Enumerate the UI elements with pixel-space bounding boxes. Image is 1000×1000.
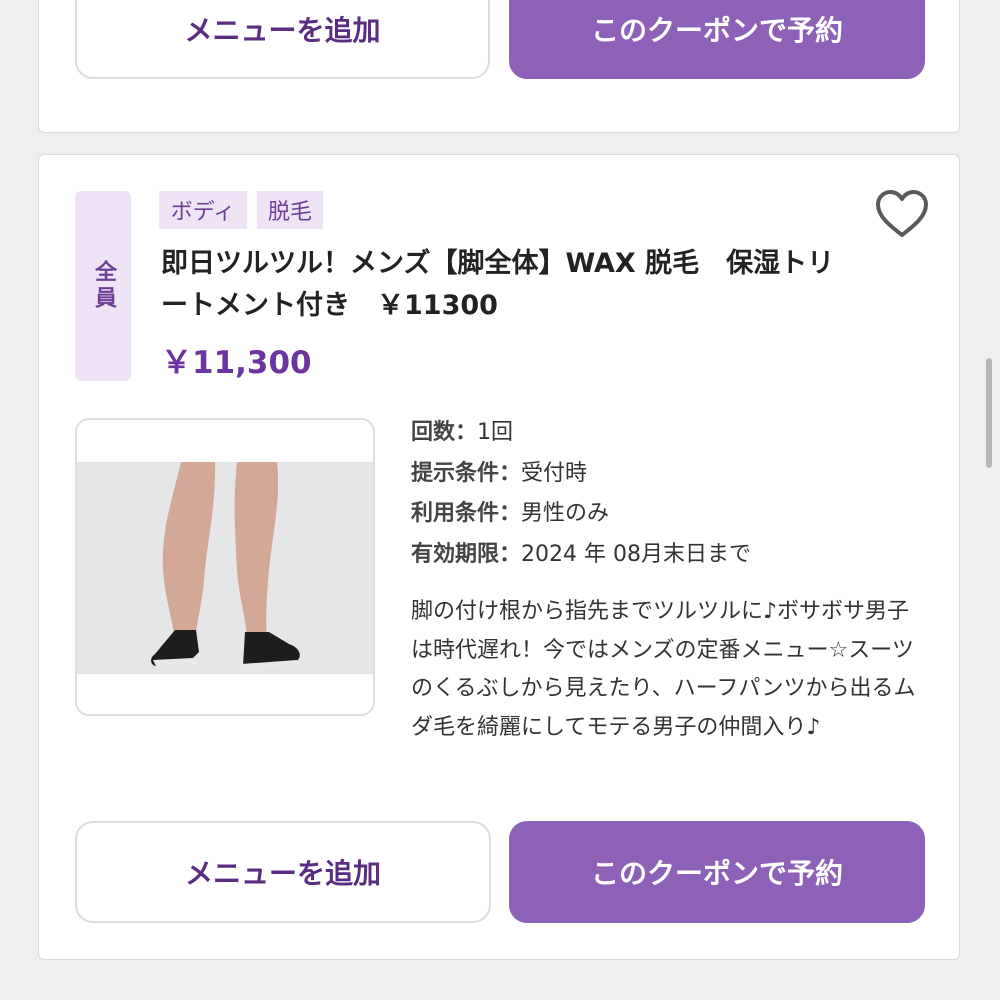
coupon-price: ￥11,300 — [161, 345, 312, 381]
book-coupon-label: このクーポンで予約 — [590, 857, 843, 890]
detail-value: 受付時 — [521, 460, 588, 486]
coupon-list-viewport: メニューを追加 このクーポンで予約 全員 ボディ 脱毛 即日ツルツル！メンズ【脚… — [0, 0, 1000, 1000]
detail-value: 男性のみ — [521, 501, 610, 526]
target-badge: 全員 — [75, 191, 131, 381]
coupon-title: 即日ツルツル！メンズ【脚全体】WAX 脱毛 保湿トリートメント付き ￥11300 — [161, 248, 835, 321]
tag-hair-removal: 脱毛 — [257, 191, 323, 229]
detail-row-expiry: 有効期限：2024 年 08月末日まで — [411, 535, 931, 576]
coupon-card-previous: メニューを追加 このクーポンで予約 — [38, 0, 960, 133]
book-coupon-button[interactable]: このクーポンで予約 — [509, 821, 925, 923]
detail-row-count: 回数：1回 — [411, 413, 931, 454]
coupon-details: 回数：1回 提示条件：受付時 利用条件：男性のみ 有効期限：2024 年 08月… — [411, 413, 931, 575]
detail-separator: ： — [499, 460, 522, 486]
add-menu-label: メニューを追加 — [184, 14, 381, 47]
detail-value: 2024 年 08月末日まで — [521, 541, 752, 567]
detail-key: 利用条件 — [411, 501, 500, 526]
detail-key: 回数 — [411, 420, 456, 445]
coupon-description: 脚の付け根から指先までツルツルに♪ボサボサ男子は時代遅れ！今ではメンズの定番メニ… — [411, 599, 916, 740]
book-coupon-label: このクーポンで予約 — [590, 14, 843, 47]
detail-key: 提示条件 — [411, 460, 500, 486]
heart-outline-icon[interactable] — [875, 189, 929, 239]
add-menu-button[interactable]: メニューを追加 — [75, 821, 491, 923]
detail-row-conditions: 利用条件：男性のみ — [411, 494, 931, 535]
add-menu-button[interactable]: メニューを追加 — [75, 0, 490, 79]
scrollbar[interactable] — [986, 358, 992, 468]
tag-body: ボディ — [159, 191, 247, 229]
book-coupon-button[interactable]: このクーポンで予約 — [509, 0, 925, 79]
legs-photo — [77, 420, 373, 714]
detail-separator: ： — [499, 541, 522, 567]
detail-separator: ： — [499, 501, 522, 526]
coupon-photo — [75, 418, 375, 716]
add-menu-label: メニューを追加 — [184, 857, 381, 890]
detail-key: 有効期限 — [411, 541, 500, 567]
detail-row-presentation: 提示条件：受付時 — [411, 454, 931, 495]
detail-value: 1回 — [477, 420, 514, 445]
detail-separator: ： — [455, 420, 478, 445]
coupon-card: 全員 ボディ 脱毛 即日ツルツル！メンズ【脚全体】WAX 脱毛 保湿トリートメン… — [38, 154, 960, 960]
